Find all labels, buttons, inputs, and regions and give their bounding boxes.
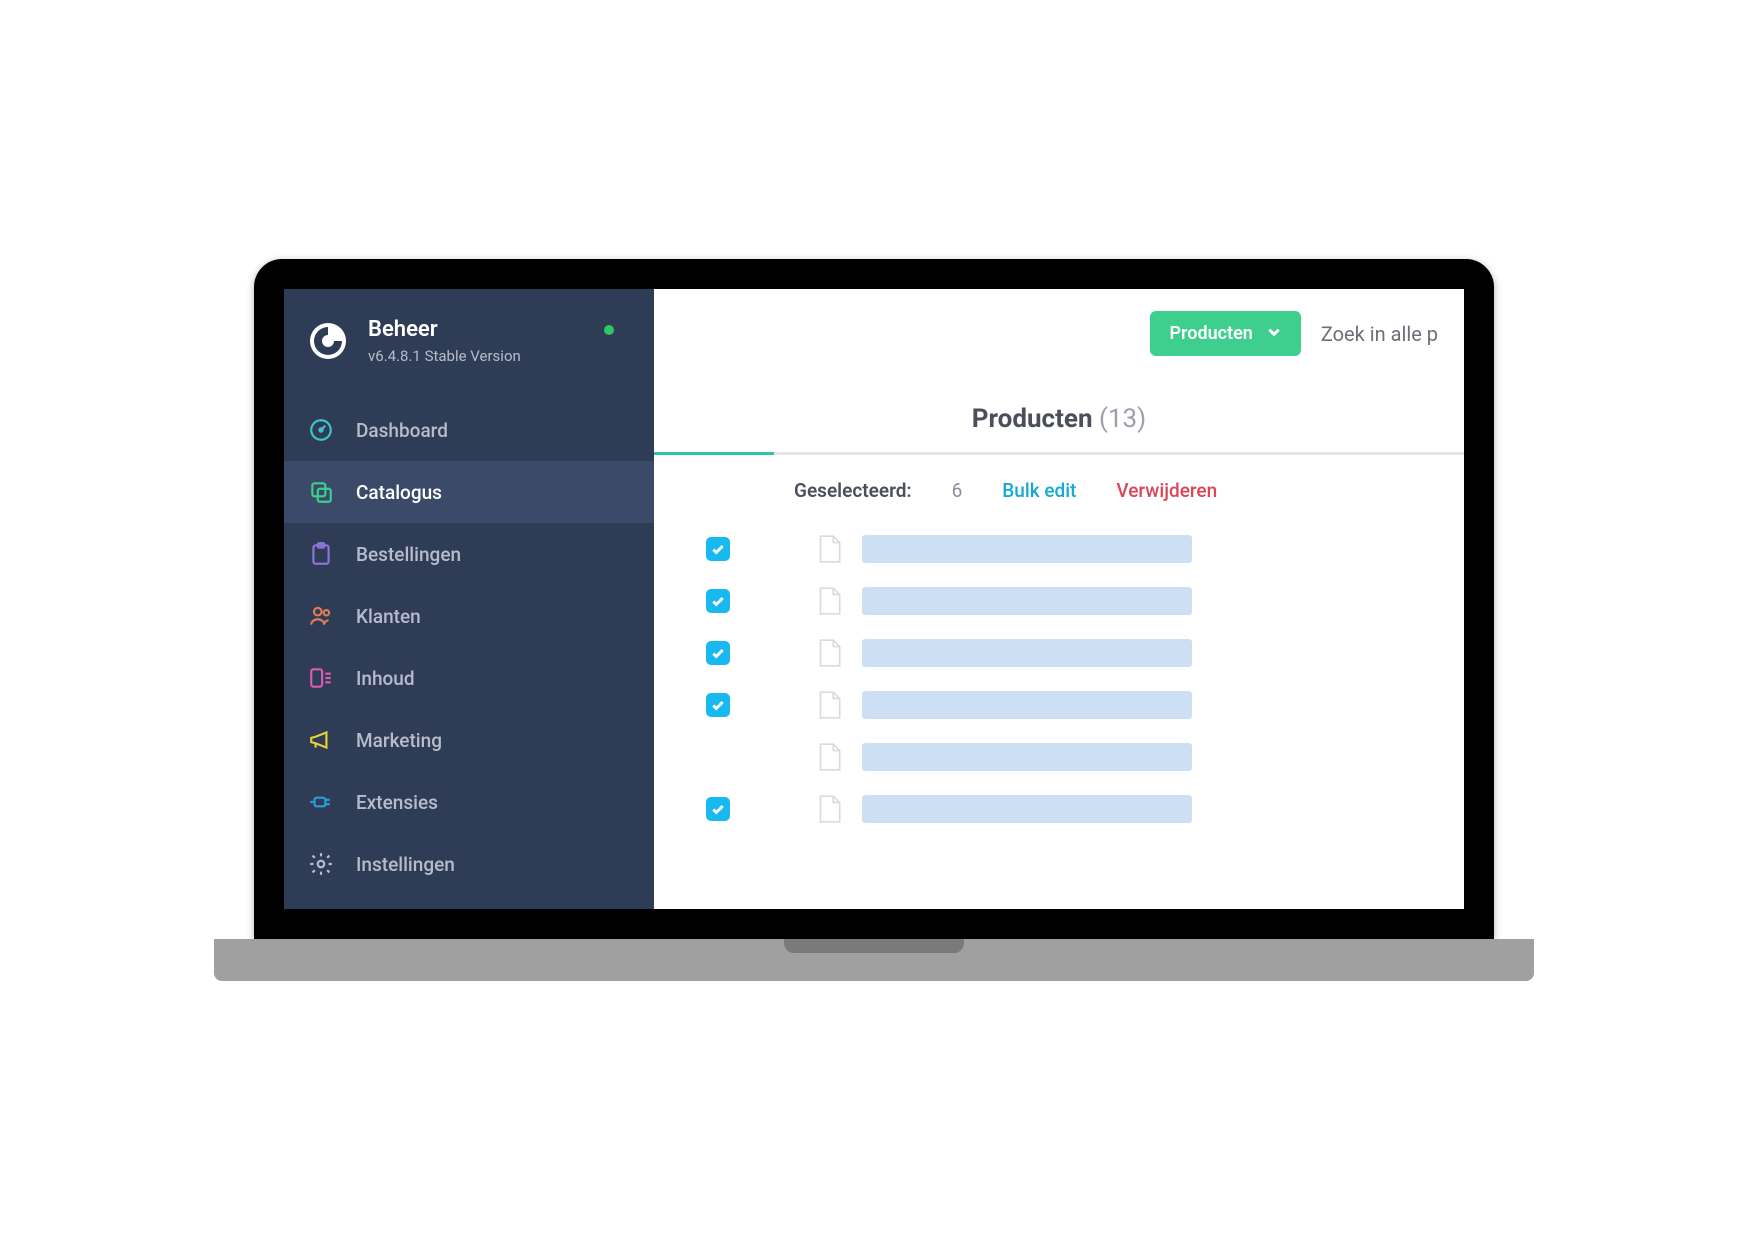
status-indicator [604, 325, 614, 335]
page-title-text: Producten [972, 404, 1093, 434]
sidebar: Beheer v6.4.8.1 Stable Version Dashboard [284, 289, 654, 909]
megaphone-icon [308, 727, 334, 753]
content-area: Producten (13) Geselecteerd: 6 Bulk edit… [654, 378, 1464, 909]
row-content [816, 794, 1192, 824]
nav-label: Instellingen [356, 853, 455, 876]
selected-label: Geselecteerd: [794, 479, 912, 502]
file-icon [816, 742, 842, 772]
entity-dropdown[interactable]: Producten [1150, 311, 1301, 356]
file-icon [816, 534, 842, 564]
chevron-down-icon [1267, 323, 1281, 344]
nav-label: Inhoud [356, 667, 415, 690]
app-window: Beheer v6.4.8.1 Stable Version Dashboard [284, 289, 1464, 909]
row-placeholder [862, 743, 1192, 771]
tab-underline [654, 452, 1464, 455]
sidebar-header: Beheer v6.4.8.1 Stable Version [284, 289, 654, 389]
row-placeholder [862, 587, 1192, 615]
sidebar-item-klanten[interactable]: Klanten [284, 585, 654, 647]
delete-button[interactable]: Verwijderen [1116, 479, 1217, 502]
nav: Dashboard Catalogus [284, 389, 654, 895]
file-icon [816, 794, 842, 824]
copy-icon [308, 479, 334, 505]
row-checkbox[interactable] [706, 537, 730, 561]
dropdown-label: Producten [1170, 323, 1253, 344]
product-rows [654, 520, 1464, 824]
brand-title: Beheer [368, 317, 521, 343]
row-checkbox[interactable] [706, 797, 730, 821]
logo-icon [308, 321, 348, 361]
row-content [816, 690, 1192, 720]
row-checkbox[interactable] [706, 693, 730, 717]
row-checkbox[interactable] [706, 641, 730, 665]
speedometer-icon [308, 417, 334, 443]
sidebar-item-catalogus[interactable]: Catalogus [284, 461, 654, 523]
page-title: Producten (13) [654, 378, 1464, 452]
file-icon [816, 690, 842, 720]
nav-label: Extensies [356, 791, 438, 814]
plug-icon [308, 789, 334, 815]
nav-label: Marketing [356, 729, 442, 752]
page-title-count: (13) [1099, 404, 1146, 434]
sidebar-item-bestellingen[interactable]: Bestellingen [284, 523, 654, 585]
laptop-base [214, 939, 1534, 981]
sidebar-item-extensies[interactable]: Extensies [284, 771, 654, 833]
table-row [706, 742, 1464, 772]
table-row [706, 794, 1464, 824]
file-icon [816, 638, 842, 668]
table-row [706, 534, 1464, 564]
selection-toolbar: Geselecteerd: 6 Bulk edit Verwijderen [794, 455, 1464, 520]
row-placeholder [862, 535, 1192, 563]
row-checkbox[interactable] [706, 589, 730, 613]
search-input[interactable]: Zoek in alle p [1321, 322, 1438, 346]
sidebar-item-marketing[interactable]: Marketing [284, 709, 654, 771]
bulk-edit-button[interactable]: Bulk edit [1002, 479, 1076, 502]
row-content [816, 742, 1192, 772]
selected-count: 6 [952, 479, 963, 502]
laptop-frame: Beheer v6.4.8.1 Stable Version Dashboard [254, 259, 1494, 981]
brand-version: v6.4.8.1 Stable Version [368, 347, 521, 365]
brand-text: Beheer v6.4.8.1 Stable Version [368, 317, 521, 365]
nav-label: Dashboard [356, 419, 448, 442]
laptop-screen: Beheer v6.4.8.1 Stable Version Dashboard [254, 259, 1494, 939]
table-row [706, 690, 1464, 720]
nav-label: Catalogus [356, 481, 442, 504]
row-content [816, 638, 1192, 668]
table-row [706, 638, 1464, 668]
row-placeholder [862, 691, 1192, 719]
sidebar-item-inhoud[interactable]: Inhoud [284, 647, 654, 709]
layout-icon [308, 665, 334, 691]
file-icon [816, 586, 842, 616]
clipboard-icon [308, 541, 334, 567]
users-icon [308, 603, 334, 629]
laptop-notch [784, 939, 964, 953]
sidebar-item-instellingen[interactable]: Instellingen [284, 833, 654, 895]
row-placeholder [862, 795, 1192, 823]
nav-label: Bestellingen [356, 543, 461, 566]
row-content [816, 534, 1192, 564]
topbar: Producten Zoek in alle p [654, 289, 1464, 378]
main-content: Producten Zoek in alle p Producten (13) [654, 289, 1464, 909]
row-placeholder [862, 639, 1192, 667]
gear-icon [308, 851, 334, 877]
nav-label: Klanten [356, 605, 421, 628]
row-content [816, 586, 1192, 616]
sidebar-item-dashboard[interactable]: Dashboard [284, 399, 654, 461]
table-row [706, 586, 1464, 616]
